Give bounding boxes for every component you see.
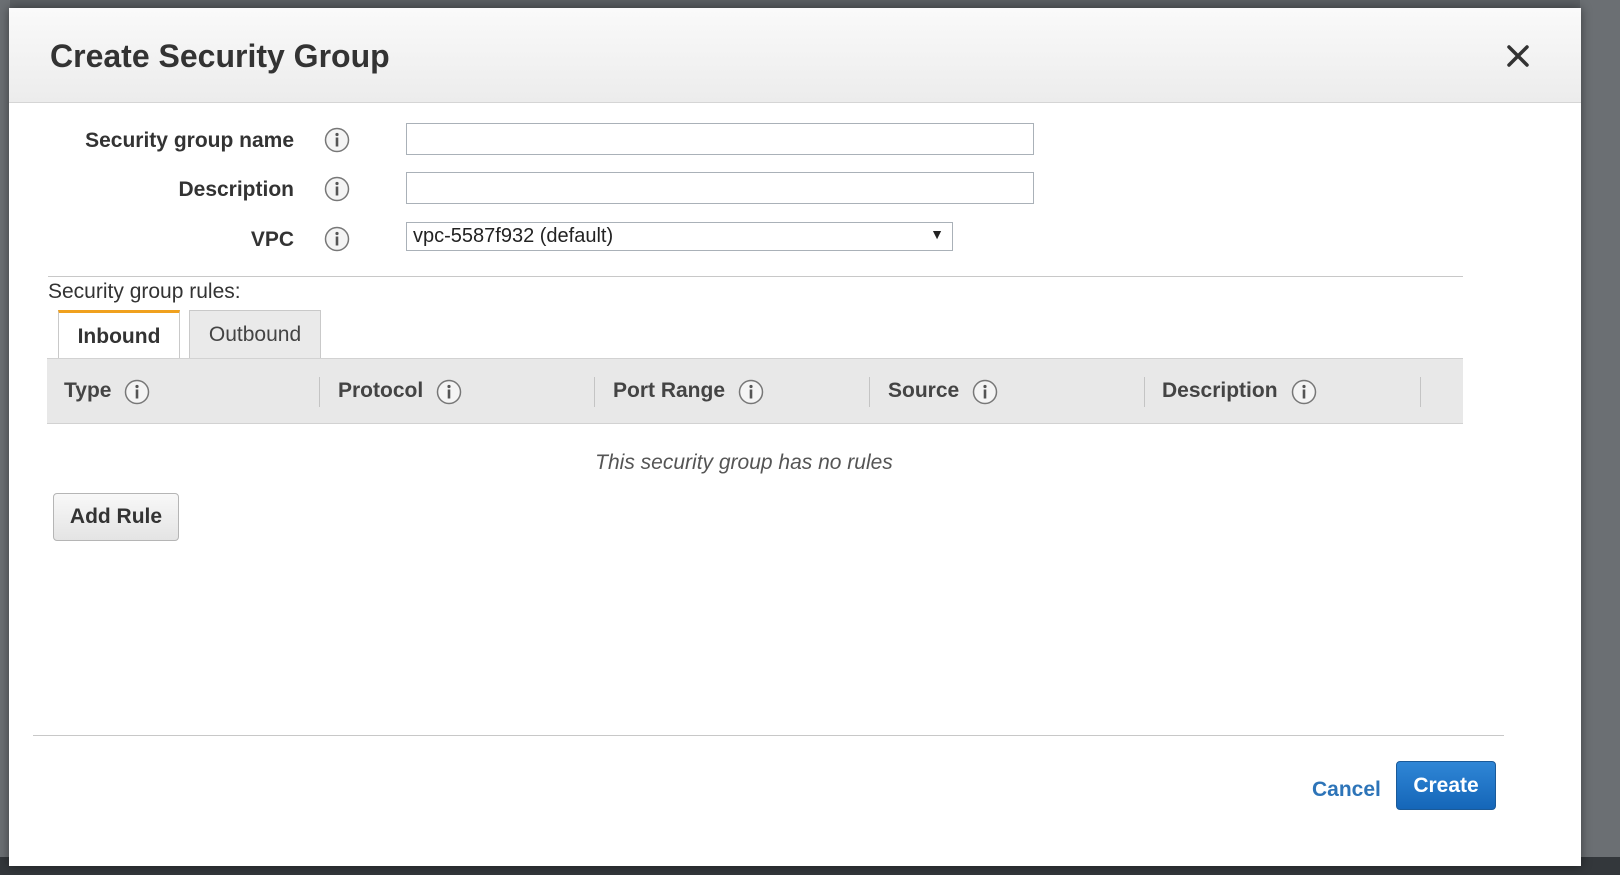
info-icon[interactable] xyxy=(738,379,764,405)
tab-inbound[interactable]: Inbound xyxy=(58,310,180,360)
info-icon[interactable] xyxy=(324,127,350,153)
info-icon[interactable] xyxy=(972,379,998,405)
info-icon[interactable] xyxy=(124,379,150,405)
column-separator xyxy=(594,377,595,407)
column-label: Port Range xyxy=(613,379,726,402)
security-group-rules-label: Security group rules: xyxy=(48,280,241,303)
vpc-select[interactable]: vpc-5587f932 (default) ▼ xyxy=(406,222,953,251)
dropdown-arrow-icon: ▼ xyxy=(930,226,944,242)
column-separator xyxy=(1420,377,1421,407)
vpc-selected-value: vpc-5587f932 (default) xyxy=(413,225,614,247)
dialog-header: Create Security Group xyxy=(9,8,1581,103)
column-label: Source xyxy=(888,379,960,402)
column-label: Description xyxy=(1162,379,1278,402)
column-header-port-range: Port Range xyxy=(613,359,764,423)
column-header-protocol: Protocol xyxy=(338,359,462,423)
column-separator xyxy=(869,377,870,407)
column-label: Protocol xyxy=(338,379,424,402)
create-button[interactable]: Create xyxy=(1396,761,1496,810)
add-rule-button[interactable]: Add Rule xyxy=(53,493,179,541)
vpc-label: VPC xyxy=(250,228,294,251)
dialog-title: Create Security Group xyxy=(50,38,390,74)
cancel-button[interactable]: Cancel xyxy=(1312,778,1381,802)
tab-outbound[interactable]: Outbound xyxy=(189,310,321,358)
description-input[interactable] xyxy=(406,172,1034,204)
security-group-name-row: Security group name xyxy=(9,123,1109,163)
page-backdrop-right xyxy=(1580,0,1620,875)
column-header-source: Source xyxy=(888,359,998,423)
column-header-type: Type xyxy=(64,359,150,423)
security-group-name-input[interactable] xyxy=(406,123,1034,155)
info-icon[interactable] xyxy=(1291,379,1316,405)
column-separator xyxy=(1144,377,1145,407)
description-row: Description xyxy=(9,172,1109,212)
vpc-row: VPC vpc-5587f932 (default) ▼ xyxy=(9,222,1109,262)
info-icon[interactable] xyxy=(324,226,350,252)
close-icon[interactable] xyxy=(1503,41,1533,71)
create-security-group-dialog: Create Security Group Security group nam… xyxy=(9,8,1581,866)
info-icon[interactable] xyxy=(436,379,462,405)
info-icon[interactable] xyxy=(324,176,350,202)
column-header-description: Description xyxy=(1162,359,1316,423)
security-group-name-label: Security group name xyxy=(85,129,294,152)
section-divider xyxy=(48,276,1463,277)
footer-divider xyxy=(33,735,1504,736)
column-label: Type xyxy=(64,379,112,402)
rules-table-header: Type Protocol Port Range Source Descript… xyxy=(47,358,1463,424)
description-label: Description xyxy=(178,178,294,201)
empty-rules-message: This security group has no rules xyxy=(595,451,893,474)
column-separator xyxy=(319,377,320,407)
